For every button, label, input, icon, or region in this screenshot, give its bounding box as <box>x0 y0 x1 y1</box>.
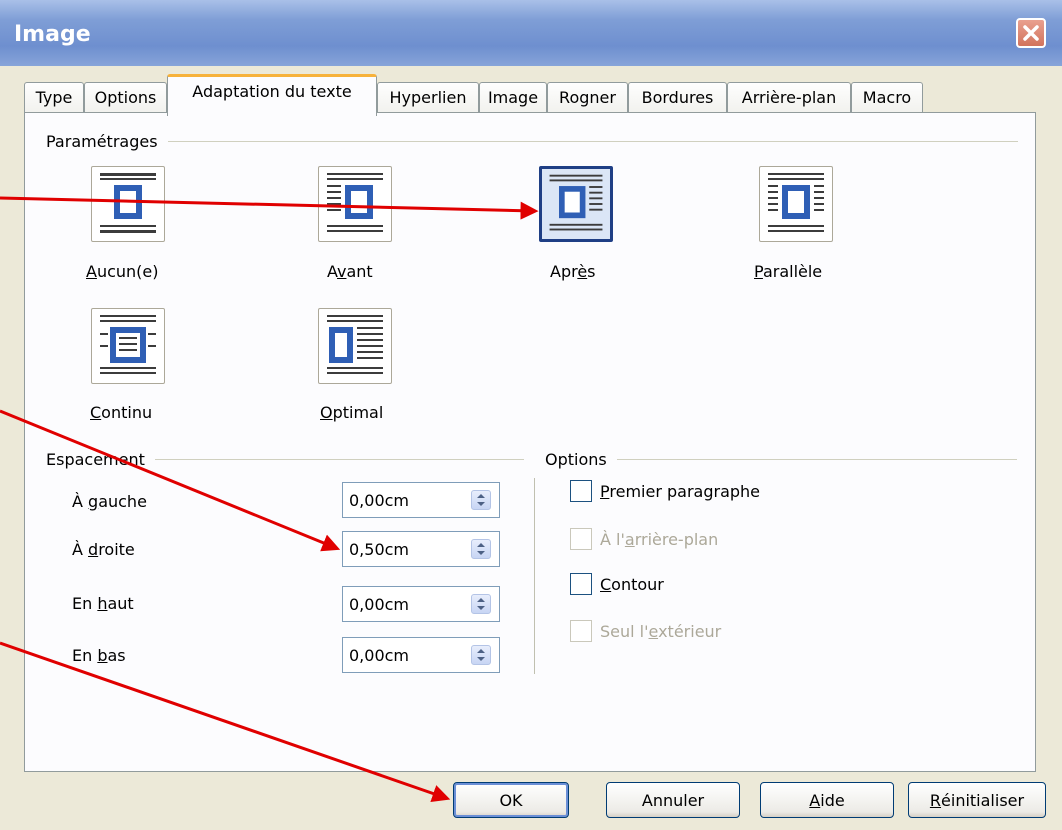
wrap-through-button[interactable] <box>91 308 165 384</box>
spinner-arrows-icon[interactable] <box>471 539 491 559</box>
tab-hyperlien[interactable]: Hyperlien <box>377 82 479 114</box>
checkbox-box <box>570 620 592 642</box>
help-button[interactable]: Aide <box>760 782 894 818</box>
tab-options[interactable]: Options <box>84 82 167 114</box>
wrap-before-button[interactable] <box>318 166 392 242</box>
spinner-arrows-icon[interactable] <box>471 594 491 614</box>
wrap-optimal-label: Optimal <box>320 403 384 422</box>
bottom-spacing-spinner[interactable]: 0,00cm <box>342 637 500 673</box>
options-group-title: Options <box>545 450 607 469</box>
title-bar: Image <box>0 0 1062 66</box>
tab-type[interactable]: Type <box>24 82 84 114</box>
settings-group-title: Paramétrages <box>46 132 158 151</box>
tab-panel <box>24 112 1036 772</box>
right-spacing-label: À droite <box>72 540 135 559</box>
bottom-spacing-value: 0,00cm <box>349 646 410 665</box>
wrap-before-label: Avant <box>327 262 373 281</box>
checkbox-box <box>570 528 592 550</box>
first-paragraph-label: Premier paragraphe <box>600 481 761 501</box>
wrap-optimal-button[interactable] <box>318 308 392 384</box>
spinner-arrows-icon[interactable] <box>471 490 491 510</box>
wrap-none-icon <box>100 173 156 233</box>
wrap-parallel-icon <box>768 173 824 232</box>
outside-only-checkbox: Seul l'extérieur <box>570 620 721 642</box>
tab-adaptation-texte[interactable]: Adaptation du texte <box>167 74 377 116</box>
tab-bordures[interactable]: Bordures <box>628 82 727 114</box>
left-spacing-value: 0,00cm <box>349 491 410 510</box>
spinner-arrows-icon[interactable] <box>471 645 491 665</box>
wrap-after-icon <box>549 174 603 231</box>
checkbox-box[interactable] <box>570 480 592 502</box>
ok-button[interactable]: OK <box>453 782 569 818</box>
tab-image[interactable]: Image <box>479 82 547 114</box>
left-spacing-spinner[interactable]: 0,00cm <box>342 482 500 518</box>
separator <box>167 141 1018 142</box>
tab-macro[interactable]: Macro <box>851 82 923 114</box>
in-background-label: À l'arrière-plan <box>600 529 719 549</box>
wrap-after-label: Après <box>550 262 596 281</box>
tab-arriere-plan[interactable]: Arrière-plan <box>727 82 851 114</box>
separator <box>154 459 524 460</box>
bottom-spacing-label: En bas <box>72 646 126 665</box>
first-paragraph-checkbox[interactable]: Premier paragraphe <box>570 480 760 502</box>
top-spacing-spinner[interactable]: 0,00cm <box>342 586 500 622</box>
wrap-parallel-button[interactable] <box>759 166 833 242</box>
wrap-through-icon <box>100 315 156 374</box>
spacing-group-title: Espacement <box>46 450 145 469</box>
wrap-none-label: Aucun(e) <box>86 262 159 281</box>
top-spacing-label: En haut <box>72 594 134 613</box>
settings-group-header: Paramétrages <box>46 132 1018 151</box>
wrap-through-label: Continu <box>90 403 153 422</box>
vertical-separator <box>534 478 535 674</box>
cancel-button[interactable]: Annuler <box>606 782 740 818</box>
checkbox-box[interactable] <box>570 573 592 595</box>
contour-label: Contour <box>600 574 664 594</box>
right-spacing-spinner[interactable]: 0,50cm <box>342 531 500 567</box>
outside-only-label: Seul l'extérieur <box>600 621 722 641</box>
contour-checkbox[interactable]: Contour <box>570 573 664 595</box>
left-spacing-label: À gauche <box>72 492 147 511</box>
tab-rogner[interactable]: Rogner <box>547 82 628 114</box>
wrap-parallel-label: Parallèle <box>754 262 823 281</box>
close-button[interactable] <box>1016 18 1046 48</box>
close-icon <box>1023 25 1039 41</box>
window-title: Image <box>14 22 91 47</box>
in-background-checkbox: À l'arrière-plan <box>570 528 718 550</box>
right-spacing-value: 0,50cm <box>349 540 410 559</box>
spacing-group-header: Espacement <box>46 450 524 469</box>
wrap-none-button[interactable] <box>91 166 165 242</box>
reset-button[interactable]: Réinitialiser <box>908 782 1046 818</box>
wrap-optimal-icon <box>327 315 383 374</box>
separator <box>616 459 1017 460</box>
options-group-header: Options <box>545 450 1017 469</box>
wrap-before-icon <box>327 173 383 232</box>
wrap-after-button[interactable] <box>539 166 613 242</box>
top-spacing-value: 0,00cm <box>349 595 410 614</box>
